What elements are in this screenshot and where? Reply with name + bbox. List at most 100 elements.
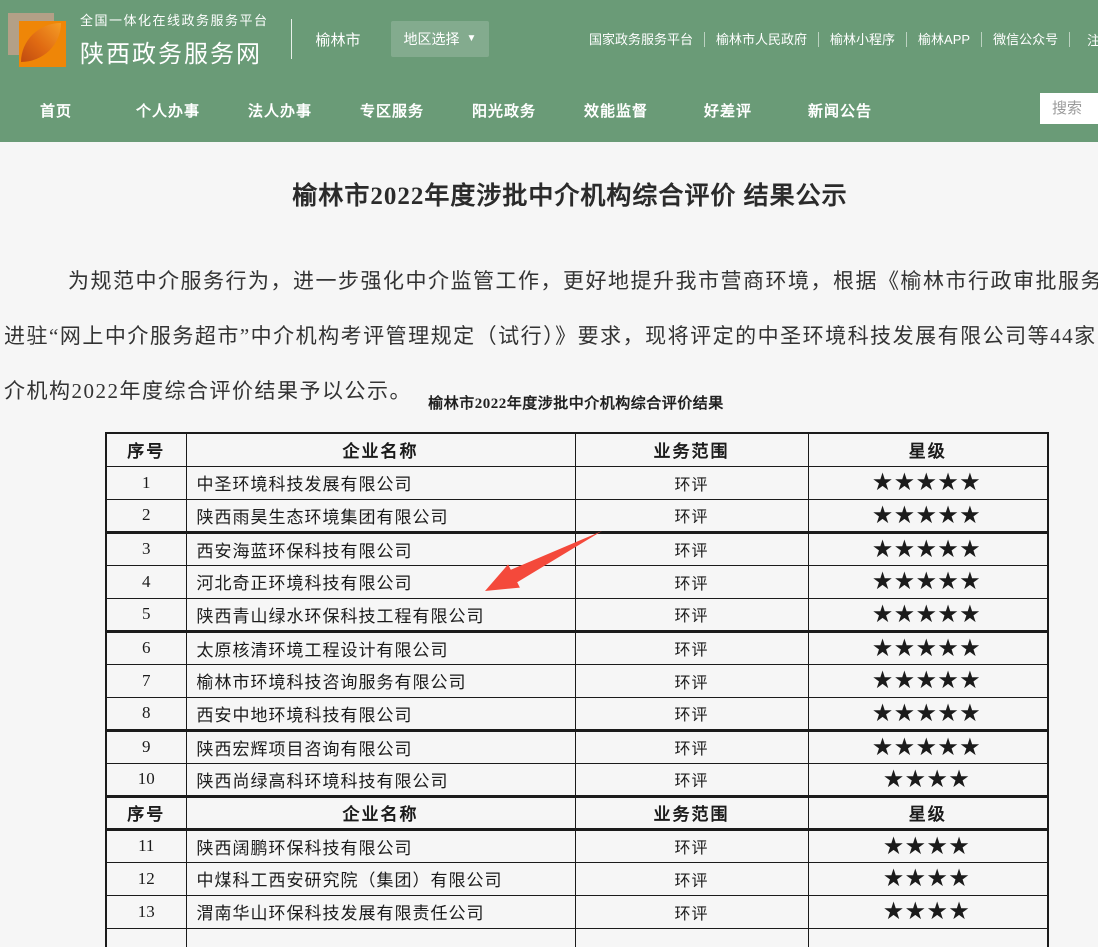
nav-item-2[interactable]: 法人办事 <box>224 100 336 121</box>
column-header-1: 企业名称 <box>186 796 575 829</box>
table-row: 12中煤科工西安研究院（集团）有限公司环评★★★★ <box>106 862 1048 895</box>
cell-empty <box>106 928 186 947</box>
search-box[interactable] <box>1040 93 1098 124</box>
top-link-2[interactable]: 榆林小程序 <box>819 32 907 47</box>
cell-stars: ★★★★★ <box>808 565 1048 598</box>
table-row: 10陕西尚绿高科环境科技有限公司环评★★★★ <box>106 763 1048 796</box>
cell-company: 中煤科工西安研究院（集团）有限公司 <box>186 862 575 895</box>
cell-rank: 2 <box>106 499 186 532</box>
platform-label: 全国一体化在线政务服务平台 <box>80 10 269 29</box>
table-header-row: 序号企业名称业务范围星级 <box>106 433 1048 466</box>
cell-company: 中圣环境科技发展有限公司 <box>186 466 575 499</box>
table-header-row: 序号企业名称业务范围星级 <box>106 796 1048 829</box>
table-row: 5陕西青山绿水环保科技工程有限公司环评★★★★★ <box>106 598 1048 631</box>
column-header-3: 星级 <box>808 433 1048 466</box>
cell-scope: 环评 <box>575 862 808 895</box>
cell-scope: 环评 <box>575 763 808 796</box>
cell-rank: 10 <box>106 763 186 796</box>
cell-rank: 9 <box>106 730 186 763</box>
announcement-article: 榆林市2022年度涉批中介机构综合评价 结果公示 为规范中介服务行为，进一步强化… <box>0 142 1098 947</box>
cell-stars: ★★★★ <box>808 829 1048 862</box>
table-row: 13渭南华山环保科技发展有限责任公司环评★★★★ <box>106 895 1048 928</box>
cell-scope: 环评 <box>575 895 808 928</box>
search-input[interactable] <box>1040 93 1098 124</box>
main-nav: 首页个人办事法人办事专区服务阳光政务效能监督好差评新闻公告 <box>0 78 896 142</box>
cell-company: 陕西雨昊生态环境集团有限公司 <box>186 499 575 532</box>
cell-company: 渭南华山环保科技发展有限责任公司 <box>186 895 575 928</box>
cell-rank: 8 <box>106 697 186 730</box>
top-link-3[interactable]: 榆林APP <box>907 32 982 47</box>
nav-item-4[interactable]: 阳光政务 <box>448 100 560 121</box>
cell-rank: 6 <box>106 631 186 664</box>
header-top-row: 全国一体化在线政务服务平台 陕西政务服务网 榆林市 地区选择 ▼ 国家政务服务平… <box>0 0 1098 78</box>
cell-company: 河北奇正环境科技有限公司 <box>186 565 575 598</box>
current-city-label: 榆林市 <box>316 29 361 50</box>
cell-scope: 环评 <box>575 532 808 565</box>
brand-text: 全国一体化在线政务服务平台 陕西政务服务网 <box>80 10 269 69</box>
table-row: 7榆林市环境科技咨询服务有限公司环评★★★★★ <box>106 664 1048 697</box>
cell-stars: ★★★★★ <box>808 466 1048 499</box>
nav-item-7[interactable]: 新闻公告 <box>784 100 896 121</box>
table-row: 3西安海蓝环保科技有限公司环评★★★★★ <box>106 532 1048 565</box>
table-row-clipped <box>106 928 1048 947</box>
paragraph-line: 进驻“网上中介服务超市”中介机构考评管理规定（试行）》要求，现将评定的中圣环境科… <box>4 309 1098 364</box>
nav-item-5[interactable]: 效能监督 <box>560 100 672 121</box>
top-link-0[interactable]: 国家政务服务平台 <box>578 32 705 47</box>
cell-empty <box>575 928 808 947</box>
cell-scope: 环评 <box>575 730 808 763</box>
cell-empty <box>186 928 575 947</box>
cell-rank: 13 <box>106 895 186 928</box>
table-row: 2陕西雨昊生态环境集团有限公司环评★★★★★ <box>106 499 1048 532</box>
logo-orange-square <box>19 21 66 67</box>
table-row: 11陕西阔鹏环保科技有限公司环评★★★★ <box>106 829 1048 862</box>
nav-item-3[interactable]: 专区服务 <box>336 100 448 121</box>
region-selector-label: 地区选择 <box>404 29 460 49</box>
cell-rank: 5 <box>106 598 186 631</box>
page-title: 榆林市2022年度涉批中介机构综合评价 结果公示 <box>0 176 1098 212</box>
column-header-1: 企业名称 <box>186 433 575 466</box>
cell-scope: 环评 <box>575 697 808 730</box>
column-header-2: 业务范围 <box>575 796 808 829</box>
nav-item-1[interactable]: 个人办事 <box>112 100 224 121</box>
cell-empty <box>808 928 1048 947</box>
register-link[interactable]: 注册 <box>1087 30 1098 49</box>
paragraph-line: 为规范中介服务行为，进一步强化中介监管工作，更好地提升我市营商环境，根据《榆林市… <box>4 254 1098 309</box>
column-header-0: 序号 <box>106 796 186 829</box>
site-brand[interactable]: 全国一体化在线政务服务平台 陕西政务服务网 <box>8 9 269 69</box>
cell-company: 西安海蓝环保科技有限公司 <box>186 532 575 565</box>
top-link-4[interactable]: 微信公众号 <box>982 32 1070 47</box>
table-row: 6太原核清环境工程设计有限公司环评★★★★★ <box>106 631 1048 664</box>
cell-rank: 11 <box>106 829 186 862</box>
page: 全国一体化在线政务服务平台 陕西政务服务网 榆林市 地区选择 ▼ 国家政务服务平… <box>0 0 1098 947</box>
top-link-1[interactable]: 榆林市人民政府 <box>705 32 819 47</box>
table-caption: 榆林市2022年度涉批中介机构综合评价结果 <box>105 392 1047 413</box>
column-header-0: 序号 <box>106 433 186 466</box>
column-header-3: 星级 <box>808 796 1048 829</box>
site-header: 全国一体化在线政务服务平台 陕西政务服务网 榆林市 地区选择 ▼ 国家政务服务平… <box>0 0 1098 142</box>
cell-scope: 环评 <box>575 829 808 862</box>
cell-company: 陕西青山绿水环保科技工程有限公司 <box>186 598 575 631</box>
cell-company: 陕西阔鹏环保科技有限公司 <box>186 829 575 862</box>
cell-rank: 3 <box>106 532 186 565</box>
cell-stars: ★★★★★ <box>808 697 1048 730</box>
cell-stars: ★★★★ <box>808 895 1048 928</box>
cell-rank: 12 <box>106 862 186 895</box>
cell-stars: ★★★★★ <box>808 664 1048 697</box>
nav-item-0[interactable]: 首页 <box>0 100 112 121</box>
region-selector-button[interactable]: 地区选择 ▼ <box>391 21 490 57</box>
cell-scope: 环评 <box>575 598 808 631</box>
chevron-down-icon: ▼ <box>467 34 477 44</box>
cell-company: 陕西尚绿高科环境科技有限公司 <box>186 763 575 796</box>
cell-scope: 环评 <box>575 664 808 697</box>
site-name: 陕西政务服务网 <box>80 34 269 69</box>
cell-stars: ★★★★★ <box>808 631 1048 664</box>
evaluation-table: 序号企业名称业务范围星级1中圣环境科技发展有限公司环评★★★★★2陕西雨昊生态环… <box>105 432 1049 947</box>
table-row: 4河北奇正环境科技有限公司环评★★★★★ <box>106 565 1048 598</box>
cell-company: 太原核清环境工程设计有限公司 <box>186 631 575 664</box>
nav-item-6[interactable]: 好差评 <box>672 100 784 121</box>
cell-rank: 7 <box>106 664 186 697</box>
cell-rank: 4 <box>106 565 186 598</box>
cell-stars: ★★★★ <box>808 862 1048 895</box>
table-row: 1中圣环境科技发展有限公司环评★★★★★ <box>106 466 1048 499</box>
cell-scope: 环评 <box>575 565 808 598</box>
